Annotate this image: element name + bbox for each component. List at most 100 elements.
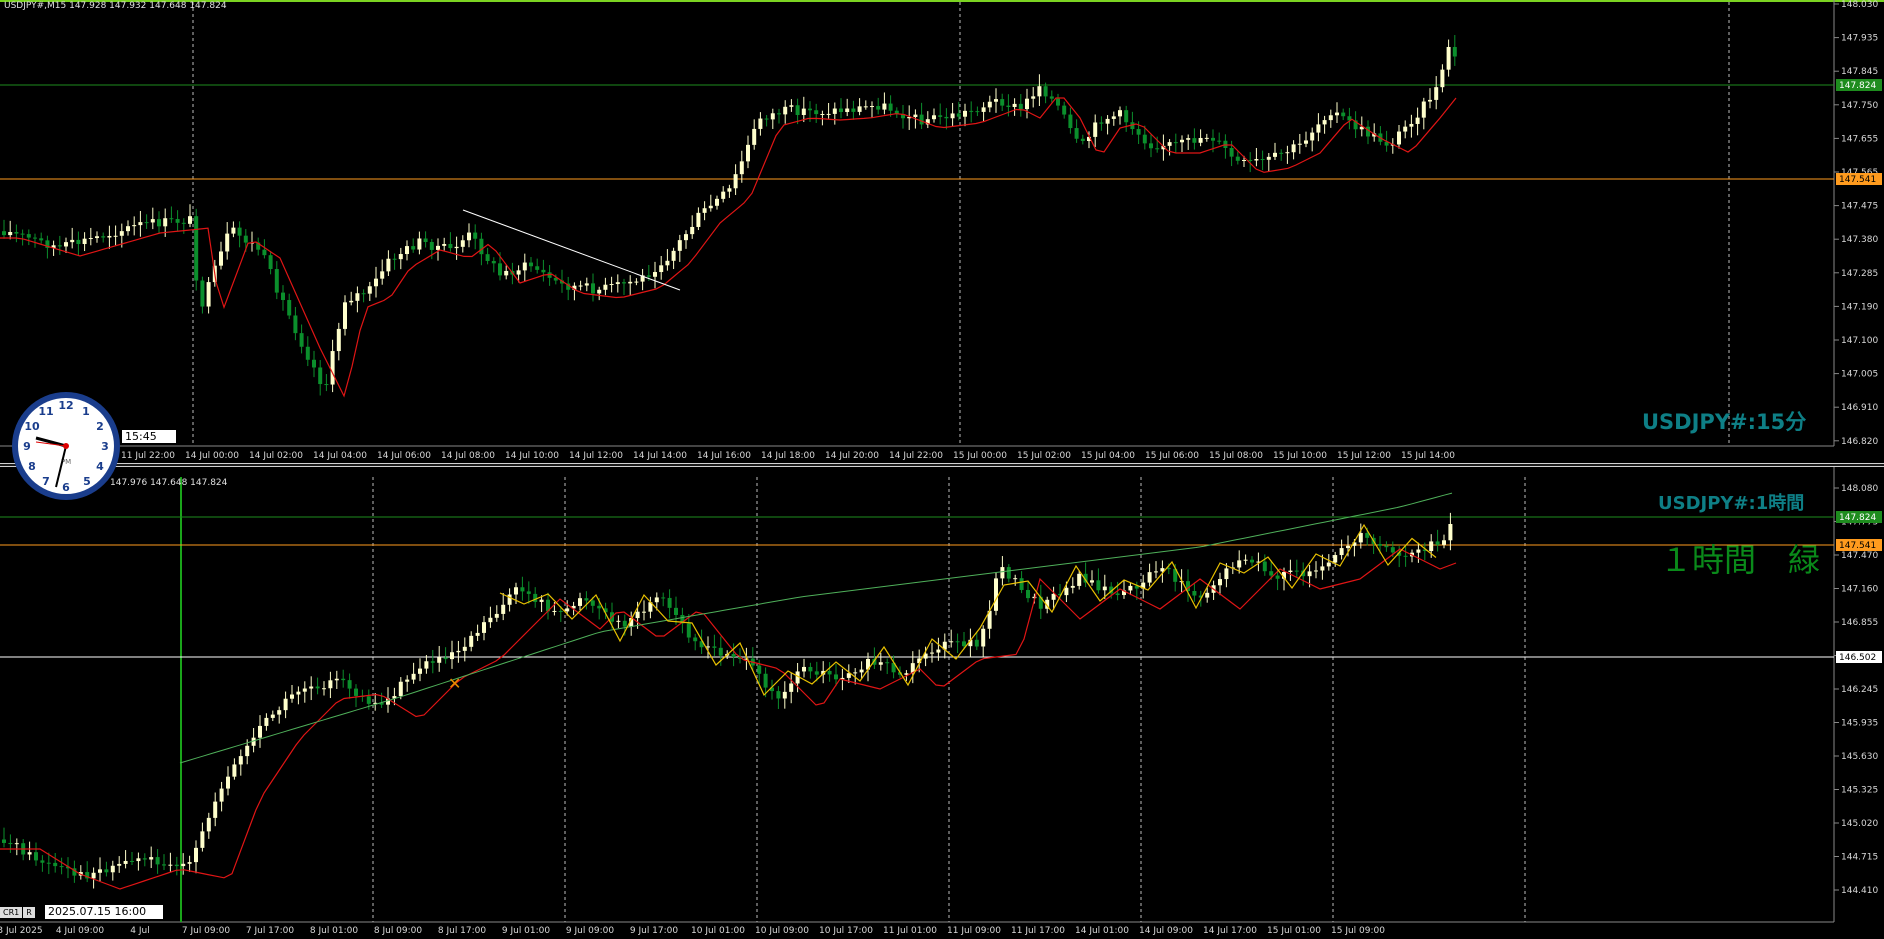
candle	[526, 591, 531, 594]
candle	[355, 293, 360, 301]
chart-pane-h1[interactable]: 148.080147.775147.470147.160146.855146.5…	[0, 467, 1884, 939]
candle	[661, 597, 666, 599]
candle	[558, 610, 563, 612]
candle	[584, 598, 589, 601]
price-axis-label: 147.470	[1841, 551, 1878, 561]
candle	[485, 254, 490, 261]
candle	[27, 852, 32, 855]
time-axis-label: 15 Jul 02:00	[1017, 451, 1071, 461]
candle	[117, 863, 122, 866]
time-axis-label: 14 Jul 18:00	[761, 451, 815, 461]
candle	[520, 587, 525, 592]
svg-text:1: 1	[82, 405, 90, 418]
time-axis-label: 14 Jul 08:00	[441, 451, 495, 461]
candle	[328, 680, 333, 689]
candle	[101, 236, 106, 238]
candle	[374, 278, 378, 287]
candle	[654, 597, 659, 603]
crosshair-date-box: 2025.07.15 16:00	[45, 905, 163, 919]
price-axis-label: 147.655	[1841, 134, 1878, 144]
price-axis-label: 148.080	[1841, 484, 1878, 494]
candle	[1198, 137, 1203, 143]
candle	[533, 593, 538, 602]
candle	[1254, 159, 1259, 161]
candle	[832, 108, 837, 114]
clock-time-readout: 15:45	[122, 430, 176, 443]
candle	[1105, 118, 1110, 124]
candle	[343, 302, 347, 329]
candle	[718, 647, 723, 656]
candle	[491, 260, 496, 264]
candle	[994, 99, 998, 102]
candle	[123, 860, 128, 864]
candle	[541, 269, 546, 273]
candle	[219, 788, 224, 802]
candle	[274, 269, 279, 293]
candle	[974, 639, 979, 647]
candle	[758, 118, 763, 129]
candle	[312, 359, 316, 368]
candle	[341, 678, 346, 681]
price-axis-label: 146.855	[1841, 618, 1878, 628]
time-axis-label: 14 Jul 04:00	[313, 451, 367, 461]
time-axis-label: 14 Jul 00:00	[185, 451, 239, 461]
time-axis-label: 3 Jul 2025	[0, 926, 43, 936]
candle	[34, 852, 38, 861]
candle	[59, 866, 64, 868]
time-axis-label: 14 Jul 22:00	[889, 451, 943, 461]
candle	[200, 831, 205, 848]
candle	[1111, 116, 1116, 119]
chart-pane-m15[interactable]: 148.030 147.935 147.845 147.750 147.655 147.5…	[0, 0, 1884, 463]
candle	[1102, 586, 1107, 591]
time-axis-label: 15 Jul 00:00	[953, 451, 1007, 461]
candle	[634, 281, 639, 283]
chart-header: USDJPY#,M15 147.928 147.932 147.648 147.…	[4, 1, 227, 11]
time-axis-label: 15 Jul 09:00	[1331, 926, 1385, 936]
svg-text:4: 4	[96, 460, 104, 473]
candle	[293, 315, 298, 334]
candle	[494, 613, 499, 618]
candle	[591, 283, 595, 294]
candle	[1243, 559, 1248, 561]
chart-header: 147.976 147.648 147.824	[110, 478, 228, 488]
candle	[1307, 571, 1312, 577]
candle	[1421, 101, 1426, 118]
candle	[1025, 98, 1029, 110]
candle	[932, 115, 936, 120]
candle	[834, 674, 838, 680]
candle	[423, 238, 428, 243]
candle	[231, 227, 236, 234]
svg-text:6: 6	[62, 481, 70, 494]
candle	[70, 239, 75, 243]
time-axis-label: 14 Jul 10:00	[505, 451, 559, 461]
time-axis-label: 15 Jul 04:00	[1081, 451, 1135, 461]
tab-r[interactable]: R	[23, 907, 35, 918]
candle	[26, 234, 31, 238]
candle	[1415, 117, 1420, 124]
candle	[597, 289, 602, 294]
candlestick-chart-h1[interactable]: 148.080147.775147.470147.160146.855146.5…	[0, 467, 1884, 939]
svg-text:9: 9	[23, 440, 31, 453]
tab-cr1[interactable]: CR1	[0, 907, 23, 918]
candle	[975, 111, 980, 113]
candle	[1333, 555, 1338, 563]
candle	[299, 333, 304, 347]
candle	[962, 641, 966, 647]
price-axis-label: 144.410	[1841, 886, 1878, 896]
chart-note: １時間 緑	[1660, 541, 1821, 579]
candle	[578, 285, 583, 287]
candle	[1155, 148, 1160, 150]
candle	[488, 617, 493, 623]
candle	[324, 384, 329, 386]
candle	[642, 611, 646, 613]
candle	[33, 237, 37, 239]
moving-average-red	[0, 548, 1457, 890]
candle	[213, 801, 218, 818]
candlestick-chart-m15[interactable]: 148.030 147.935 147.845 147.750 147.655 147.5…	[0, 0, 1884, 463]
candle	[429, 242, 434, 250]
candle	[1288, 570, 1293, 572]
candle	[653, 272, 657, 277]
svg-text:7: 7	[42, 475, 50, 488]
candle	[1080, 138, 1085, 142]
candle	[733, 174, 738, 189]
